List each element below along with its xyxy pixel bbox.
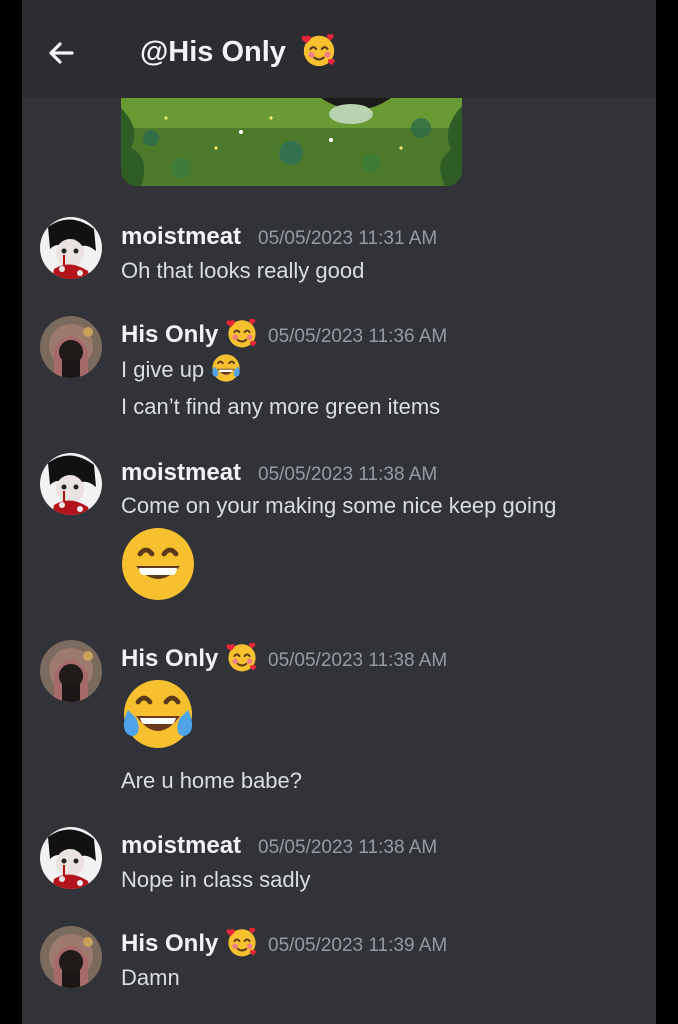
dm-chat-screen: @His Only moistmeat 05/05/2023 11:31 AM … (22, 0, 656, 1024)
username[interactable]: moistmeat (121, 222, 241, 252)
smiling-face-with-hearts-icon (225, 925, 259, 959)
username[interactable]: His Only (121, 320, 259, 350)
message-text: Are u home babe? (121, 768, 303, 793)
channel-title: @His Only (140, 32, 338, 72)
timestamp: 05/05/2023 11:31 AM (258, 228, 438, 249)
avatar[interactable] (40, 316, 102, 378)
message-text: I give up (121, 355, 242, 385)
channel-name: @His Only (140, 36, 286, 68)
avatar[interactable] (40, 453, 102, 515)
avatar[interactable] (40, 926, 102, 988)
message-text: Oh that looks really good (121, 258, 365, 283)
username-text: His Only (121, 645, 219, 672)
tears-of-joy-icon (118, 674, 198, 754)
username[interactable]: moistmeat (121, 831, 241, 861)
avatar[interactable] (40, 217, 102, 279)
timestamp: 05/05/2023 11:38 AM (258, 464, 438, 485)
timestamp: 05/05/2023 11:38 AM (268, 650, 448, 671)
username[interactable]: His Only (121, 929, 259, 959)
chat-header: @His Only (22, 0, 656, 98)
tears-of-joy-icon (210, 352, 242, 384)
grinning-face-icon (118, 524, 198, 604)
message-text: I can’t find any more green items (121, 394, 441, 419)
avatar[interactable] (40, 640, 102, 702)
smiling-face-with-hearts-icon (225, 640, 259, 674)
smiling-face-with-hearts-icon (300, 31, 338, 69)
timestamp: 05/05/2023 11:39 AM (268, 935, 448, 956)
smiling-face-with-hearts-icon (225, 316, 259, 350)
avatar[interactable] (40, 827, 102, 889)
username-text: His Only (121, 321, 219, 348)
message-text: Damn (121, 965, 180, 990)
username[interactable]: His Only (121, 644, 259, 674)
message-text: Come on your making some nice keep going (121, 493, 557, 518)
username-text: His Only (121, 930, 219, 957)
username[interactable]: moistmeat (121, 458, 241, 488)
arrow-left-icon[interactable] (44, 36, 78, 70)
message-text-content: I give up (121, 357, 205, 382)
timestamp: 05/05/2023 11:36 AM (268, 326, 448, 347)
timestamp: 05/05/2023 11:38 AM (258, 837, 438, 858)
attached-image[interactable] (121, 98, 462, 186)
message-text: Nope in class sadly (121, 867, 311, 892)
